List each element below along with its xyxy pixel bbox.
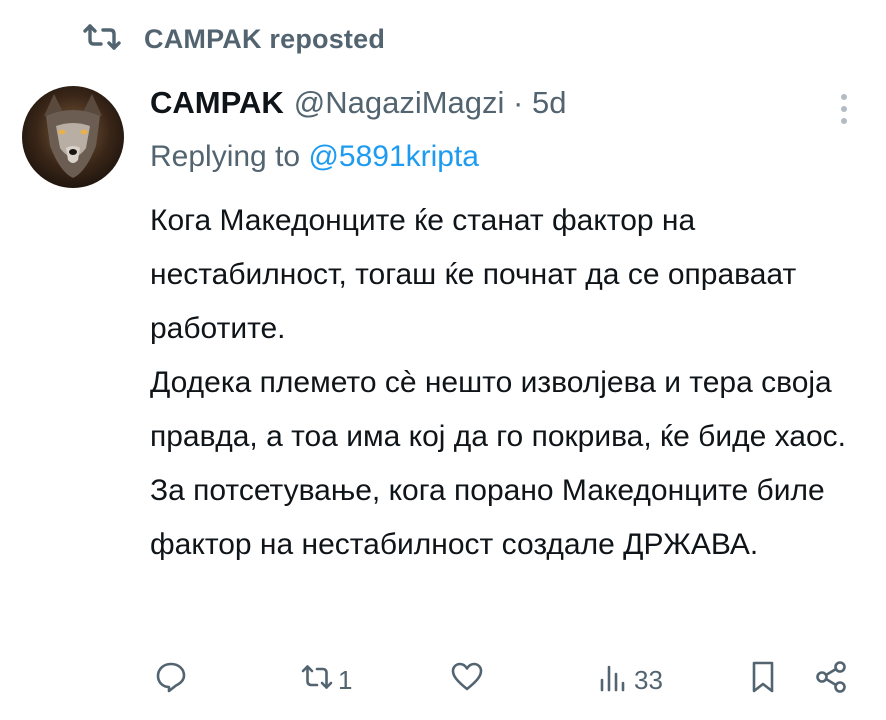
tweet-paragraph: За потсетување, кога порано Македонците …	[150, 474, 825, 561]
replying-prefix: Replying to	[150, 140, 301, 173]
views-button[interactable]: 33	[592, 660, 663, 701]
avatar[interactable]	[22, 86, 124, 188]
repost-context[interactable]: CAMPAK reposted	[82, 22, 385, 56]
repost-label[interactable]: CAMPAK reposted	[144, 24, 385, 55]
bookmark-button[interactable]	[742, 660, 780, 701]
share-icon	[814, 660, 848, 701]
action-bar: 1 33	[0, 656, 886, 706]
more-options-icon[interactable]	[834, 90, 854, 128]
reply-icon	[154, 660, 188, 701]
bookmark-icon	[746, 660, 780, 701]
repost-count: 1	[338, 665, 353, 695]
share-button[interactable]	[810, 660, 848, 701]
repost-button[interactable]: 1	[296, 660, 352, 701]
repost-icon	[300, 660, 334, 701]
tweet-paragraph: Додека племето сѐ нешто изволјева и тера…	[150, 366, 847, 453]
views-count: 33	[634, 665, 663, 695]
reply-button[interactable]	[150, 660, 188, 701]
tweet-text: Кога Македонците ќе станат фактор на нес…	[150, 194, 850, 572]
repost-icon	[82, 22, 122, 57]
reply-mention-link[interactable]: @5891kripta	[308, 140, 479, 173]
tweet-paragraph: Кога Македонците ќе станат фактор на нес…	[150, 204, 797, 345]
replying-to: Replying to @5891kripta	[150, 140, 479, 174]
like-button[interactable]	[446, 660, 484, 701]
handle-and-time[interactable]: @NagaziMagzi · 5d	[294, 85, 567, 121]
heart-icon	[450, 660, 484, 701]
views-icon	[596, 660, 630, 701]
display-name[interactable]: CAMPAK	[150, 85, 284, 121]
tweet-header: CAMPAK @NagaziMagzi · 5d	[150, 80, 566, 126]
